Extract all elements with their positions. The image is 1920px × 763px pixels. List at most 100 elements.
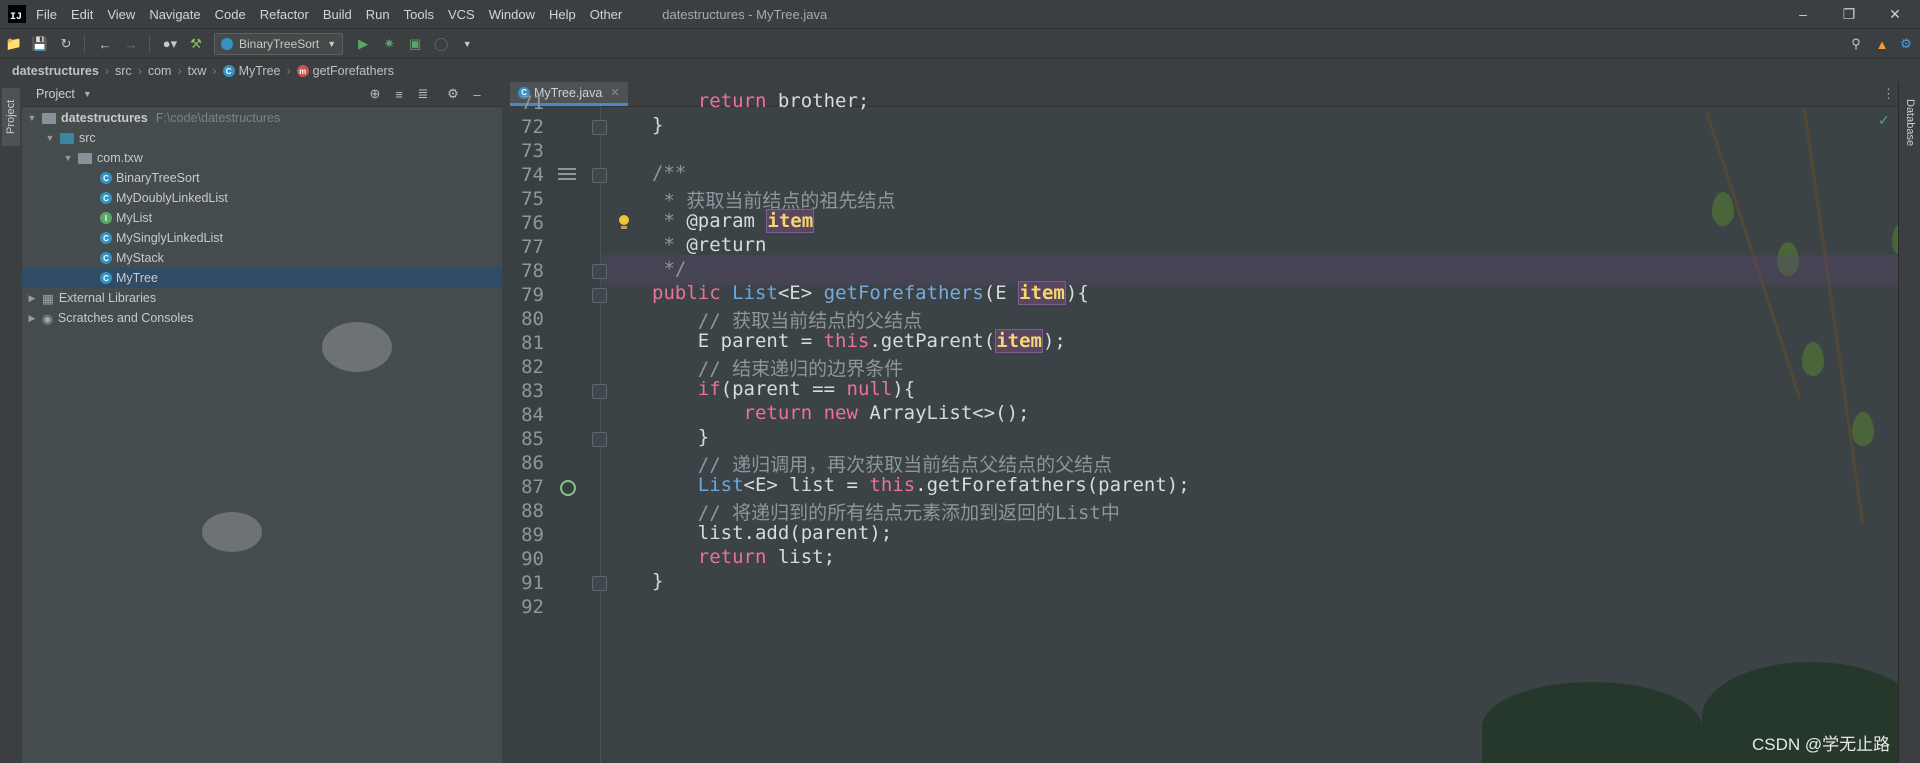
save-icon[interactable]: 💾 — [28, 33, 52, 55]
code-line[interactable]: /** — [652, 162, 686, 184]
render-doc-icon[interactable] — [558, 168, 576, 182]
menu-navigate[interactable]: Navigate — [149, 7, 200, 22]
database-tool-tab[interactable]: Database — [1901, 88, 1919, 158]
forward-icon[interactable]: → — [119, 33, 143, 55]
recursive-call-icon[interactable] — [560, 480, 576, 496]
class-icon: C — [100, 252, 112, 264]
search-icon[interactable]: ⚲ — [1844, 33, 1868, 55]
background-bird-decoration — [202, 512, 262, 552]
tree-item-mytree[interactable]: C MyTree — [22, 268, 502, 288]
menu-build[interactable]: Build — [323, 7, 352, 22]
hide-icon[interactable]: – — [468, 85, 486, 103]
fold-icon[interactable] — [592, 384, 607, 399]
fold-icon[interactable] — [592, 576, 607, 591]
run-icon[interactable]: ▶ — [351, 33, 375, 55]
tree-item-binarytreesort[interactable]: C BinaryTreeSort — [22, 168, 580, 188]
code-line[interactable]: // 获取当前结点的父结点 — [652, 306, 922, 333]
breadcrumb-src[interactable]: src — [115, 64, 132, 78]
breadcrumb-com[interactable]: com — [148, 64, 172, 78]
close-icon[interactable]: ✕ — [1872, 0, 1918, 28]
user-icon[interactable]: ●▾ — [158, 33, 182, 55]
coverage-icon[interactable]: ▣ — [403, 33, 427, 55]
menu-view[interactable]: View — [107, 7, 135, 22]
code-line[interactable]: } — [652, 114, 663, 136]
code-line[interactable]: list.add(parent); — [652, 522, 892, 544]
module-path: F:\code\datestructures — [155, 111, 281, 125]
code-line[interactable]: } — [652, 570, 663, 592]
line-number: 84 — [521, 404, 544, 426]
build-icon[interactable]: ⚒ — [184, 33, 208, 55]
settings-icon[interactable]: ⚙ — [1894, 33, 1918, 55]
code-line[interactable]: return brother; — [652, 90, 870, 112]
tree-item-com-txw[interactable]: ▼ com.txw — [22, 148, 542, 168]
menu-edit[interactable]: Edit — [71, 7, 93, 22]
menu-code[interactable]: Code — [215, 7, 246, 22]
breadcrumb-method[interactable]: m getForefathers — [296, 64, 394, 78]
code-line[interactable]: return new ArrayList<>(); — [652, 402, 1030, 424]
project-tool-tab[interactable]: Project — [2, 88, 20, 146]
code-line[interactable]: public List<E> getForefathers(E item){ — [652, 281, 1089, 305]
menu-file[interactable]: File — [36, 7, 57, 22]
breadcrumb-txw[interactable]: txw — [188, 64, 207, 78]
code-line[interactable]: return list; — [652, 546, 835, 568]
stop-icon[interactable]: ◯ — [429, 33, 453, 55]
code-line[interactable]: * @param item — [652, 209, 815, 233]
minimize-icon[interactable]: – — [1780, 0, 1826, 28]
fold-icon[interactable] — [592, 120, 607, 135]
code-line[interactable]: */ — [652, 258, 686, 280]
back-icon[interactable]: ← — [93, 33, 117, 55]
code-line[interactable]: List<E> list = this.getForefathers(paren… — [652, 474, 1190, 496]
tree-item-mydoublylinkedlist[interactable]: C MyDoublyLinkedList — [22, 188, 580, 208]
tree-item-datestructures[interactable]: ▼ datestructures F:\code\datestructures — [22, 108, 506, 128]
breadcrumb-class[interactable]: C MyTree — [222, 64, 280, 78]
more-icon[interactable]: ▼ — [455, 33, 479, 55]
restore-icon[interactable]: ❐ — [1826, 0, 1872, 28]
sync-icon[interactable]: ↻ — [54, 33, 78, 55]
menu-run[interactable]: Run — [366, 7, 390, 22]
tree-item-scratches[interactable]: ▶ ◉ Scratches and Consoles — [22, 308, 506, 328]
debug-icon[interactable]: ✷ — [377, 33, 401, 55]
code-line[interactable]: // 递归调用，再次获取当前结点父结点的父结点 — [652, 450, 1112, 477]
menu-window[interactable]: Window — [489, 7, 535, 22]
menu-vcs[interactable]: VCS — [448, 7, 475, 22]
fold-icon[interactable] — [592, 168, 607, 183]
menu-help[interactable]: Help — [549, 7, 576, 22]
tree-item-mystack[interactable]: C MyStack — [22, 248, 580, 268]
tree-item-src[interactable]: ▼ src — [22, 128, 524, 148]
menu-other[interactable]: Other — [590, 7, 623, 22]
fold-icon[interactable] — [592, 432, 607, 447]
breadcrumb-separator: › — [104, 64, 110, 78]
chevron-down-icon[interactable]: ▼ — [83, 89, 92, 99]
breadcrumb-project[interactable]: datestructures — [12, 64, 99, 78]
code-line[interactable]: E parent = this.getParent(item); — [652, 329, 1066, 353]
fold-icon[interactable] — [592, 288, 607, 303]
code-line[interactable]: if(parent == null){ — [652, 378, 915, 400]
project-panel-title[interactable]: Project — [36, 87, 75, 101]
code-line[interactable]: // 结束递归的边界条件 — [652, 354, 903, 381]
close-tab-icon[interactable]: ✕ — [610, 86, 619, 99]
open-icon[interactable]: 📁 — [2, 33, 26, 55]
gear-icon[interactable]: ⚙ — [444, 85, 462, 103]
lightbulb-icon[interactable] — [618, 215, 630, 229]
line-number: 71 — [521, 92, 544, 114]
locate-icon[interactable]: ⊕ — [366, 85, 384, 103]
code-line[interactable]: * @return — [652, 234, 766, 256]
code-line[interactable]: } — [652, 426, 709, 448]
run-configuration-select[interactable]: BinaryTreeSort ▼ — [214, 33, 344, 55]
tree-item-mylist[interactable]: I MyList — [22, 208, 580, 228]
line-number: 83 — [521, 380, 544, 402]
update-icon[interactable]: ▲ — [1870, 33, 1894, 55]
collapse-all-icon[interactable]: ≣ — [414, 85, 432, 103]
library-icon: ▦ — [42, 291, 54, 306]
main-toolbar: 📁 💾 ↻ ← → ●▾ ⚒ BinaryTreeSort ▼ ▶ ✷ ▣ ◯ … — [0, 28, 1920, 59]
tree-item-mysinglylinkedlist[interactable]: C MySinglyLinkedList — [22, 228, 580, 248]
code-line[interactable]: // 将递归到的所有结点元素添加到返回的List中 — [652, 498, 1120, 525]
menu-tools[interactable]: Tools — [404, 7, 434, 22]
expand-all-icon[interactable]: ≡ — [390, 85, 408, 103]
menu-refactor[interactable]: Refactor — [260, 7, 309, 22]
class-icon: C — [100, 172, 112, 184]
inspection-ok-icon[interactable]: ✓ — [1878, 112, 1890, 129]
more-icon[interactable]: ⋮ — [1882, 86, 1895, 102]
fold-icon[interactable] — [592, 264, 607, 279]
tree-item-external-libraries[interactable]: ▶ ▦ External Libraries — [22, 288, 506, 308]
